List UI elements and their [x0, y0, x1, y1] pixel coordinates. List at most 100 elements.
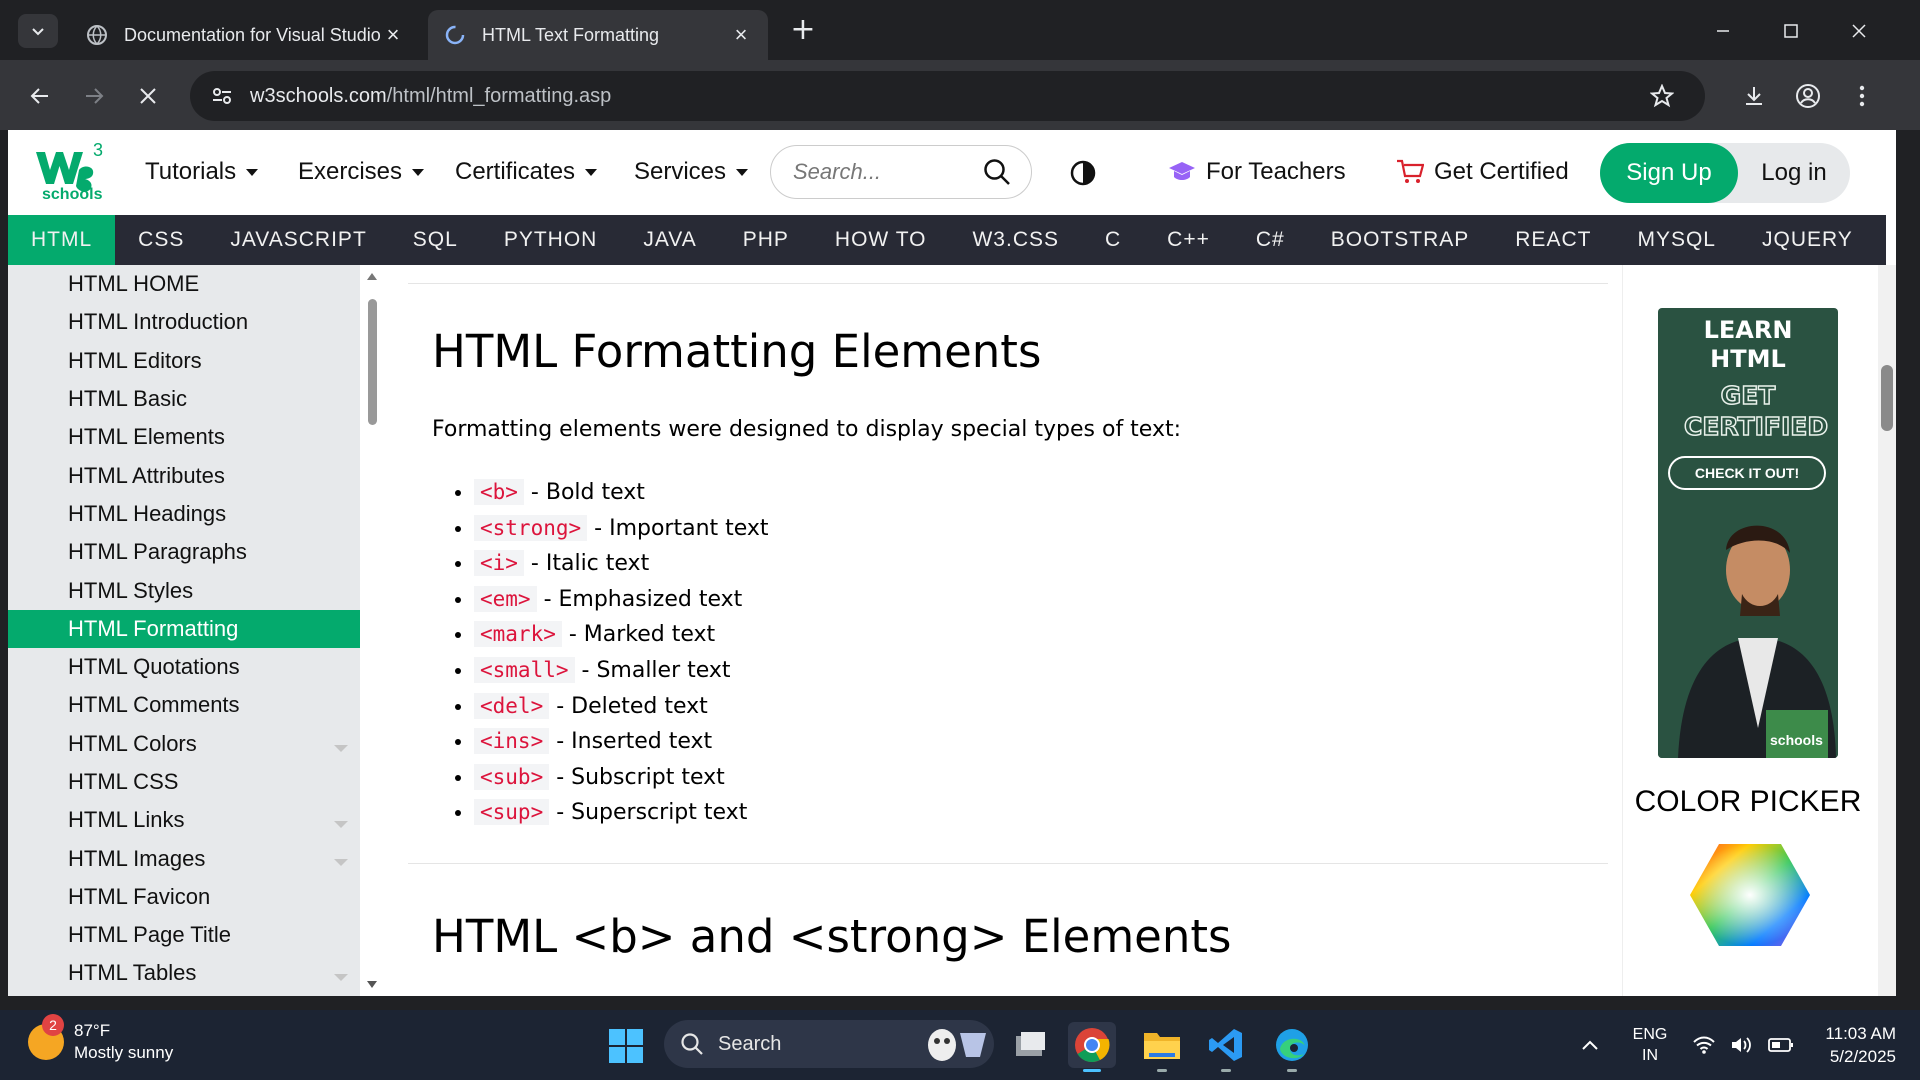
expand-arrow-icon[interactable] [334, 974, 348, 982]
sidebar-item[interactable]: HTML Comments [8, 686, 360, 724]
sidebar-item[interactable]: HTML Headings [8, 495, 360, 533]
sidebar-item[interactable]: HTML Elements [8, 418, 360, 456]
subnav-item[interactable]: JAVA [620, 215, 719, 265]
page-scrollbar[interactable] [1878, 265, 1896, 996]
subnav-item[interactable]: C++ [1144, 215, 1233, 265]
tab-html-formatting[interactable]: HTML Text Formatting × [428, 10, 768, 60]
subnav-item[interactable]: MYSQL [1614, 215, 1739, 265]
url-text: w3schools.com/html/html_formatting.asp [250, 84, 612, 107]
taskbar-file-explorer[interactable] [1138, 1022, 1186, 1072]
menu-button[interactable] [1842, 76, 1882, 116]
profile-button[interactable] [1788, 76, 1828, 116]
close-icon[interactable]: × [730, 22, 752, 48]
subnav-item[interactable]: SQL [390, 215, 481, 265]
subnav-item[interactable]: JQUERY [1739, 215, 1876, 265]
sidebar-item-label: HTML Tables [68, 960, 197, 986]
site-info-icon[interactable] [198, 76, 246, 116]
list-item: <b> - Bold text [474, 475, 769, 511]
log-in-button[interactable]: Log in [1738, 143, 1850, 203]
sidebar-item[interactable]: HTML Attributes [8, 456, 360, 494]
menu-exercises[interactable]: Exercises [298, 158, 425, 186]
sidebar-scroll-thumb[interactable] [368, 299, 377, 425]
w3schools-logo[interactable]: 3 schools [33, 140, 109, 204]
subnav-item[interactable]: JAVASCRIPT [207, 215, 389, 265]
weather-widget[interactable]: 2 87°F Mostly sunny [28, 1014, 173, 1064]
taskbar-vscode[interactable] [1202, 1022, 1250, 1072]
menu-certificates[interactable]: Certificates [455, 158, 598, 186]
windows-start-icon[interactable] [608, 1028, 644, 1064]
dark-mode-toggle-icon[interactable] [1070, 160, 1096, 186]
sidebar-item-label: HTML CSS [68, 769, 179, 794]
learn-html-ad[interactable]: LEARN HTML GET CERTIFIED CHECK IT OUT! s… [1658, 308, 1838, 758]
get-certified-link[interactable]: Get Certified [1396, 158, 1569, 186]
sidebar-item[interactable]: HTML Paragraphs [8, 533, 360, 571]
clock-date: 5/2/2025 [1829, 1047, 1896, 1066]
subnav-item[interactable]: PYTHON [481, 215, 621, 265]
sidebar-scrollbar[interactable] [364, 265, 380, 996]
sidebar-item[interactable]: HTML Styles [8, 571, 360, 609]
tab-docs[interactable]: Documentation for Visual Studio × [70, 10, 420, 60]
sidebar-item[interactable]: HTML Basic [8, 380, 360, 418]
w3-topnav: 3 schools Tutorials Exercises Certificat… [8, 130, 1896, 215]
sidebar-item[interactable]: HTML Editors [8, 342, 360, 380]
subnav-item[interactable]: W3.CSS [949, 215, 1082, 265]
expand-arrow-icon[interactable] [334, 821, 348, 829]
expand-arrow-icon[interactable] [334, 859, 348, 867]
sidebar-item[interactable]: HTML HOME [8, 265, 360, 303]
scroll-up-arrow-icon[interactable] [364, 269, 380, 283]
subnav-item[interactable]: EXC [1876, 215, 1886, 265]
forward-button[interactable] [74, 76, 114, 116]
back-button[interactable] [20, 76, 60, 116]
list-item: <sub> - Subscript text [474, 760, 769, 796]
close-window-button[interactable] [1836, 12, 1882, 50]
page-scroll-thumb[interactable] [1881, 365, 1893, 431]
scroll-down-arrow-icon[interactable] [364, 978, 380, 992]
address-bar[interactable]: w3schools.com/html/html_formatting.asp [190, 71, 1705, 121]
sidebar-item-label: HTML Paragraphs [68, 539, 247, 565]
quick-settings[interactable] [1692, 1010, 1794, 1080]
menu-services[interactable]: Services [634, 158, 749, 186]
downloads-button[interactable] [1734, 76, 1774, 116]
sidebar-item[interactable]: HTML Page Title [8, 916, 360, 954]
taskbar-edge[interactable] [1268, 1022, 1316, 1072]
subnav-item[interactable]: HTML [8, 215, 116, 265]
subnav-item[interactable]: REACT [1492, 215, 1614, 265]
sidebar-item[interactable]: HTML Favicon [8, 878, 360, 916]
sidebar-item[interactable]: HTML Tables [8, 954, 360, 992]
new-tab-button[interactable]: + [786, 14, 820, 48]
sidebar-item[interactable]: HTML Quotations [8, 648, 360, 686]
taskbar-search[interactable]: Search [664, 1020, 994, 1068]
minimize-button[interactable] [1700, 12, 1746, 50]
search-icon[interactable] [983, 158, 1011, 186]
language-indicator[interactable]: ENG IN [1630, 1010, 1670, 1080]
maximize-button[interactable] [1768, 12, 1814, 50]
close-icon[interactable]: × [382, 22, 404, 48]
subnav-item[interactable]: C# [1233, 215, 1308, 265]
sidebar-item[interactable]: HTML Images [8, 839, 360, 877]
subnav-item[interactable]: CSS [115, 215, 207, 265]
bookmark-star-icon[interactable] [1643, 77, 1681, 115]
taskbar-task-view[interactable] [1006, 1022, 1054, 1068]
sidebar-item[interactable]: HTML Introduction [8, 303, 360, 341]
sidebar-item[interactable]: HTML Links [8, 801, 360, 839]
tray-overflow-button[interactable] [1580, 1010, 1600, 1080]
menu-tutorials[interactable]: Tutorials [145, 158, 259, 186]
sidebar-item[interactable]: HTML Formatting [8, 609, 360, 648]
clock[interactable]: 11:03 AM 5/2/2025 [1812, 1010, 1896, 1080]
taskbar-chrome[interactable] [1068, 1022, 1116, 1072]
sidebar-item[interactable]: HTML CSS [8, 763, 360, 801]
subnav-item[interactable]: PHP [720, 215, 812, 265]
sidebar-item[interactable]: HTML Colors [8, 725, 360, 763]
subnav-item[interactable]: HOW TO [812, 215, 950, 265]
subnav-item[interactable]: C [1082, 215, 1144, 265]
main-content: HTML Formatting Elements Formatting elem… [408, 265, 1608, 996]
stop-loading-button[interactable] [128, 76, 168, 116]
ad-cta-button[interactable]: CHECK IT OUT! [1668, 456, 1826, 490]
subnav-item[interactable]: BOOTSTRAP [1308, 215, 1493, 265]
expand-arrow-icon[interactable] [334, 744, 348, 752]
search-input[interactable] [793, 159, 983, 185]
for-teachers-link[interactable]: For Teachers [1168, 158, 1346, 186]
color-picker-hexagon-icon[interactable] [1688, 842, 1812, 948]
sign-up-button[interactable]: Sign Up [1600, 143, 1738, 203]
tab-search-button[interactable] [18, 14, 58, 48]
